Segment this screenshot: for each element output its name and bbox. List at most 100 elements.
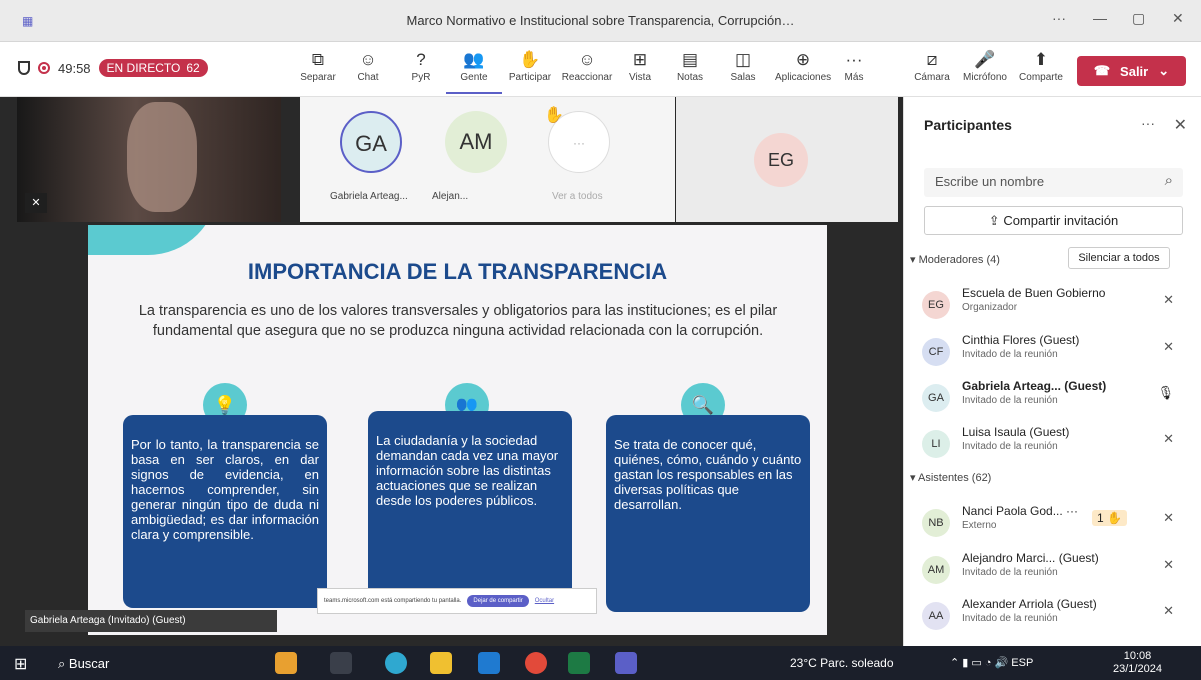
share-invite-button[interactable]: ⇪ Compartir invitación	[924, 206, 1183, 235]
people-button[interactable]: 👥 Gente	[446, 48, 502, 94]
teams-taskbar-icon[interactable]	[615, 652, 637, 674]
participant-row[interactable]: GA Gabriela Arteag... (Guest) Invitado d…	[922, 379, 1192, 419]
mic-icon[interactable]: 🎙	[1157, 385, 1174, 401]
chevron-down-icon: ⌄	[1158, 63, 1170, 78]
avatar: EG	[922, 291, 950, 319]
view-button[interactable]: ⊞ Vista	[612, 48, 668, 83]
more-button[interactable]: ··· Más	[826, 48, 882, 83]
system-tray[interactable]: ⌃ ▮ ▭ ◔ 🔊 ESP	[950, 656, 1033, 669]
title-bar: ▦ Marco Normativo e Institucional sobre …	[0, 0, 1201, 42]
viewer-count: 62	[186, 61, 200, 75]
pop-out-button[interactable]: ⧉ Separar	[290, 48, 346, 83]
minimize-icon[interactable]: —	[1093, 10, 1107, 26]
maximize-icon[interactable]: ▢	[1132, 10, 1145, 27]
slide-card-1: Por lo tanto, la transparencia se basa e…	[123, 415, 327, 608]
language-indicator: ESP	[1011, 657, 1034, 669]
see-all-label: Ver a todos	[552, 191, 603, 202]
weather-widget[interactable]: 23°C Parc. soleado	[790, 656, 894, 670]
avatar: AM	[922, 556, 950, 584]
leave-button[interactable]: ☎ Salir ⌄	[1077, 56, 1186, 86]
excel-icon[interactable]	[568, 652, 590, 674]
participant-row[interactable]: AA Alexander Arriola (Guest) Invitado de…	[922, 597, 1192, 637]
avatar: NB	[922, 509, 950, 537]
muted-mic-icon[interactable]: ✕	[1163, 557, 1174, 573]
participant-row[interactable]: LI Luisa Isaula (Guest) Invitado de la r…	[922, 425, 1192, 465]
rooms-button[interactable]: ◫ Salas	[715, 48, 771, 83]
apps-button[interactable]: ⊕ Aplicaciones	[775, 48, 831, 83]
search-icon: ⌕	[1164, 172, 1173, 189]
mute-all-button[interactable]: Silenciar a todos	[1068, 247, 1170, 269]
meeting-stage: ✕ GA Gabriela Arteag... AM Alejan... ···…	[0, 97, 903, 646]
avatar-ga-label: Gabriela Arteag...	[330, 191, 408, 202]
meeting-toolbar: 49:58 EN DIRECTO 62 ⧉ Separar ☺ Chat ? PyR 👥…	[0, 42, 1201, 97]
avatar-ga[interactable]: GA	[340, 111, 402, 173]
moderators-section[interactable]: ▾ Moderadores (4)	[910, 253, 1000, 266]
qa-button[interactable]: ? PyR	[393, 48, 449, 83]
close-window-icon[interactable]: ✕	[1172, 10, 1184, 27]
more-options-icon[interactable]: ···	[1052, 10, 1066, 26]
muted-mic-icon[interactable]: ✕	[1163, 603, 1174, 619]
attendees-section[interactable]: ▾ Asistentes (62)	[910, 471, 991, 484]
participant-row[interactable]: NB Nanci Paola God... ··· Externo 1 ✋ ✕	[922, 504, 1192, 544]
slide-card-2: La ciudadanía y la sociedad demandan cad…	[368, 411, 572, 608]
hide-link[interactable]: Ocultar	[535, 598, 554, 604]
panel-more-icon[interactable]: ···	[1141, 115, 1155, 131]
participant-video[interactable]: ✕	[17, 97, 281, 222]
task-view-icon[interactable]	[330, 652, 352, 674]
clock[interactable]: 10:08 23/1/2024	[1113, 650, 1162, 676]
participant-row[interactable]: AM Alejandro Marci... (Guest) Invitado d…	[922, 551, 1192, 591]
participant-row[interactable]: EG Escuela de Buen Gobierno Organizador …	[922, 286, 1192, 326]
phone-icon: ☎	[1093, 63, 1111, 78]
windows-start-icon[interactable]: ⊞	[14, 654, 27, 674]
briefcase-app-icon[interactable]	[275, 652, 297, 674]
file-explorer-icon[interactable]	[430, 652, 452, 674]
avatar-eg: EG	[754, 133, 808, 187]
avatar: AA	[922, 602, 950, 630]
teams-window: ▦ Marco Normativo e Institucional sobre …	[0, 0, 1201, 680]
slide-intro: La transparencia es uno de los valores t…	[138, 303, 778, 339]
react-button[interactable]: ☺ Reaccionar	[559, 48, 615, 83]
record-icon	[38, 62, 50, 74]
raise-hand-button[interactable]: ✋ Participar	[502, 48, 558, 83]
shield-icon	[18, 61, 30, 75]
close-icon[interactable]: ✕	[1174, 115, 1187, 135]
sharing-bar: teams.microsoft.com está compartiendo tu…	[317, 588, 597, 614]
panel-title: Participantes	[924, 117, 1012, 133]
avatar: GA	[922, 384, 950, 412]
window-title: Marco Normativo e Institucional sobre Tr…	[406, 13, 795, 28]
meeting-timer: 49:58	[58, 60, 91, 76]
participant-row[interactable]: CF Cinthia Flores (Guest) Invitado de la…	[922, 333, 1192, 373]
muted-mic-icon: ✕	[25, 193, 47, 213]
avatar: CF	[922, 338, 950, 366]
camera-button[interactable]: ⧄ Cámara	[904, 48, 960, 83]
presenter-name: Gabriela Arteaga (Invitado) (Guest)	[25, 610, 277, 632]
muted-mic-icon[interactable]: ✕	[1163, 339, 1174, 355]
eg-tile[interactable]: EG	[676, 97, 898, 222]
search-input[interactable]: Escribe un nombre ⌕	[924, 168, 1183, 197]
microphone-button[interactable]: 🎤 Micrófono	[957, 48, 1013, 83]
chrome-icon[interactable]	[525, 652, 547, 674]
muted-mic-icon[interactable]: ✕	[1163, 292, 1174, 308]
hand-raised-badge: 1 ✋	[1092, 510, 1127, 526]
avatar-am[interactable]: AM	[445, 111, 507, 173]
raised-hand-icon: ✋	[544, 107, 564, 124]
live-badge[interactable]: EN DIRECTO 62	[98, 59, 208, 77]
stop-sharing-button[interactable]: Dejar de compartir	[467, 595, 529, 607]
mail-icon[interactable]	[478, 652, 500, 674]
share-button[interactable]: ⬆ Comparte	[1013, 48, 1069, 83]
taskbar-search[interactable]: ⌕ Buscar	[58, 656, 109, 672]
shared-slide: IMPORTANCIA DE LA TRANSPARENCIA La trans…	[88, 225, 827, 635]
share-icon: ⇪	[988, 213, 1004, 228]
muted-mic-icon[interactable]: ✕	[1163, 510, 1174, 526]
windows-taskbar: ⊞ ⌕ Buscar 23°C Parc. soleado ⌃ ▮ ▭ ◔ 🔊 …	[0, 646, 1201, 680]
muted-mic-icon[interactable]: ✕	[1163, 431, 1174, 447]
participant-avatars: GA Gabriela Arteag... AM Alejan... ··· V…	[300, 97, 675, 222]
participant-face	[127, 102, 197, 212]
edge-icon[interactable]	[385, 652, 407, 674]
avatar-am-label: Alejan...	[432, 191, 469, 202]
slide-card-3: Se trata de conocer qué, quiénes, cómo, …	[606, 415, 810, 612]
slide-title: IMPORTANCIA DE LA TRANSPARENCIA	[247, 259, 668, 284]
chat-button[interactable]: ☺ Chat	[340, 48, 396, 83]
notes-button[interactable]: ▤ Notas	[662, 48, 718, 83]
avatar: LI	[922, 430, 950, 458]
